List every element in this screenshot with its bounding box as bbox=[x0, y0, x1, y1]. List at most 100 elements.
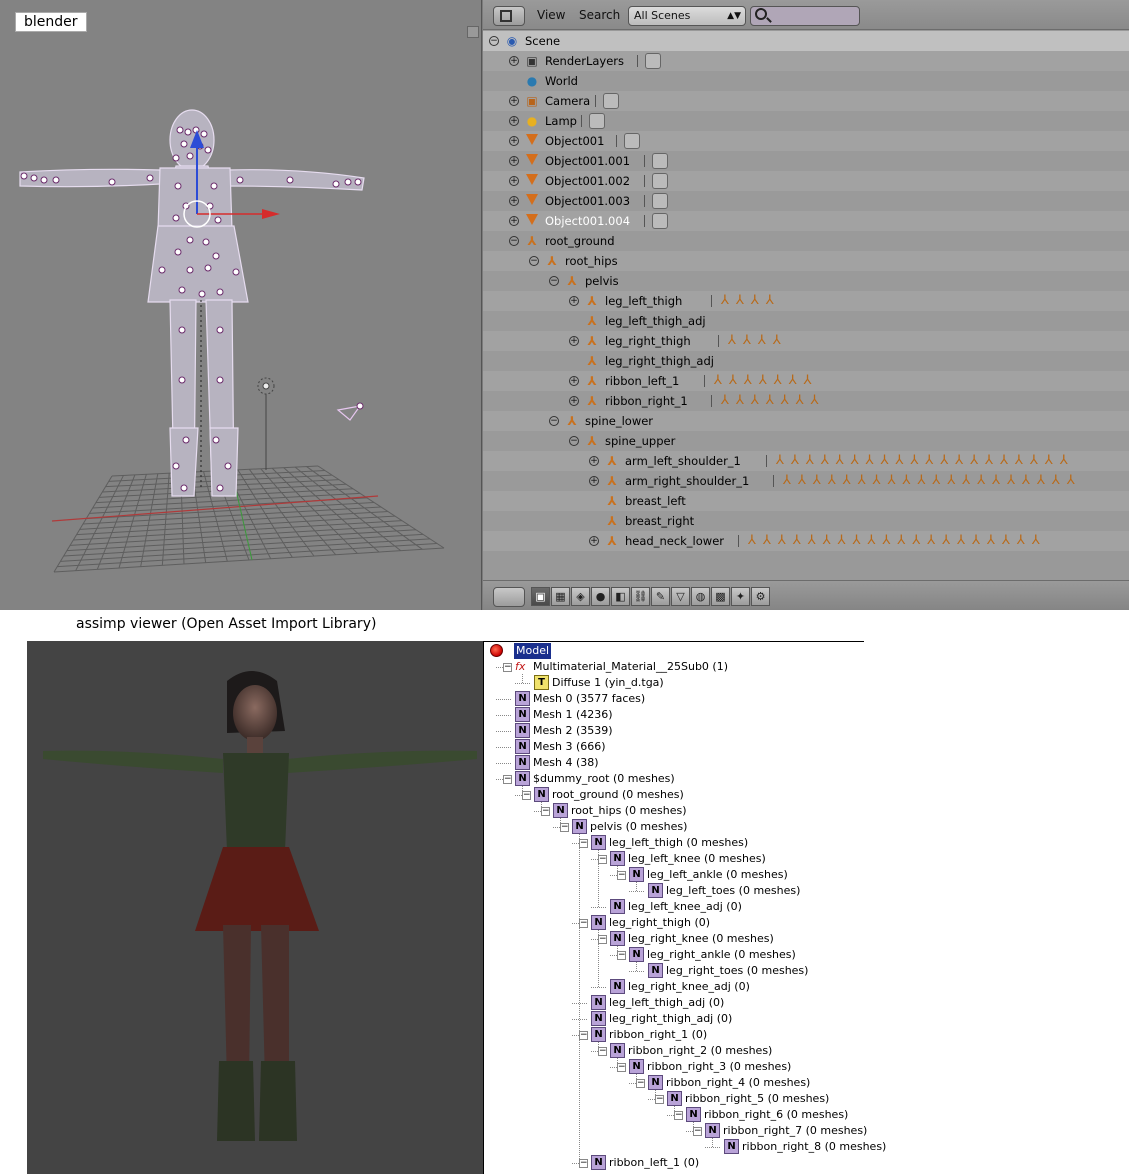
child-bones-icons[interactable]: ⅄⅄⅄⅄⅄⅄⅄⅄⅄⅄⅄⅄⅄⅄⅄⅄⅄⅄⅄⅄ bbox=[776, 453, 1075, 468]
editor-type-button[interactable] bbox=[493, 6, 525, 26]
outliner-row[interactable]: + ⅄ head_neck_lower ⅄⅄⅄⅄⅄⅄⅄⅄⅄⅄⅄⅄⅄⅄⅄⅄⅄⅄⅄⅄ bbox=[483, 531, 1129, 551]
data-block-icon[interactable] bbox=[652, 173, 668, 189]
collapse-toggle-icon[interactable]: − bbox=[522, 791, 531, 800]
outliner-row[interactable]: + ⅄ leg_left_thigh ⅄⅄⅄⅄ bbox=[483, 291, 1129, 311]
outliner-row[interactable]: ⅄ breast_right bbox=[483, 511, 1129, 531]
collapse-toggle-icon[interactable]: − bbox=[598, 855, 607, 864]
tree-node[interactable]: Nribbon_right_8 (0 meshes) bbox=[484, 1139, 886, 1155]
tree-node[interactable]: N Mesh 0 (3577 faces) bbox=[484, 691, 864, 707]
outliner-row[interactable]: − ⅄ root_ground bbox=[483, 231, 1129, 251]
expand-icon[interactable]: + bbox=[509, 176, 519, 186]
tree-node[interactable]: − Nribbon_right_2 (0 meshes) bbox=[484, 1043, 864, 1059]
world-props-icon[interactable]: ● bbox=[591, 587, 610, 606]
outliner-row[interactable]: + Object001.004 bbox=[483, 211, 1129, 231]
data-icon[interactable]: ▽ bbox=[671, 587, 690, 606]
outliner-row[interactable]: + Object001.003 bbox=[483, 191, 1129, 211]
child-bones-icons[interactable]: ⅄⅄⅄⅄ bbox=[721, 293, 781, 308]
outliner-row[interactable]: − ◉ Scene bbox=[483, 31, 1129, 51]
tree-node[interactable]: − Nribbon_right_4 (0 meshes) bbox=[484, 1075, 864, 1091]
tree-node[interactable]: N Mesh 2 (3539) bbox=[484, 723, 864, 739]
data-block-icon[interactable] bbox=[603, 93, 619, 109]
data-block-icon[interactable] bbox=[645, 53, 661, 69]
child-bones-icons[interactable]: ⅄⅄⅄⅄⅄⅄⅄⅄⅄⅄⅄⅄⅄⅄⅄⅄⅄⅄⅄⅄ bbox=[783, 473, 1082, 488]
expand-icon[interactable]: + bbox=[509, 216, 519, 226]
outliner-row[interactable]: ● World bbox=[483, 71, 1129, 91]
expand-icon[interactable]: + bbox=[509, 196, 519, 206]
assimp-3d-viewport[interactable] bbox=[27, 641, 483, 1174]
tree-node[interactable]: N Mesh 4 (38) bbox=[484, 755, 864, 771]
data-block-icon[interactable] bbox=[652, 213, 668, 229]
tree-node[interactable]: N Mesh 1 (4236) bbox=[484, 707, 864, 723]
view-menu[interactable]: View bbox=[537, 8, 565, 22]
expand-icon[interactable]: + bbox=[569, 336, 579, 346]
data-block-icon[interactable] bbox=[589, 113, 605, 129]
collapse-toggle-icon[interactable]: − bbox=[503, 775, 512, 784]
collapse-icon[interactable]: − bbox=[569, 436, 579, 446]
tree-node[interactable]: − Nleg_right_ankle (0 meshes) bbox=[484, 947, 864, 963]
constraints-icon[interactable]: ⛓ bbox=[631, 587, 650, 606]
collapse-toggle-icon[interactable]: − bbox=[598, 1047, 607, 1056]
tree-node[interactable]: Nleg_left_thigh_adj (0) bbox=[484, 995, 864, 1011]
tree-node[interactable]: Nleg_right_knee_adj (0) bbox=[484, 979, 864, 995]
expand-icon[interactable]: + bbox=[509, 56, 519, 66]
collapse-toggle-icon[interactable]: − bbox=[655, 1095, 664, 1104]
render-layers-icon[interactable]: ▦ bbox=[551, 587, 570, 606]
outliner-row[interactable]: − ⅄ pelvis bbox=[483, 271, 1129, 291]
outliner-row[interactable]: ⅄ leg_left_thigh_adj bbox=[483, 311, 1129, 331]
object-icon[interactable]: ◧ bbox=[611, 587, 630, 606]
collapse-toggle-icon[interactable]: − bbox=[503, 663, 512, 672]
collapse-toggle-icon[interactable]: − bbox=[560, 823, 569, 832]
collapse-icon[interactable]: − bbox=[549, 276, 559, 286]
outliner-row[interactable]: − ⅄ spine_upper bbox=[483, 431, 1129, 451]
tree-node[interactable]: − Nroot_ground (0 meshes) bbox=[484, 787, 864, 803]
collapse-toggle-icon[interactable]: − bbox=[617, 1063, 626, 1072]
outliner-row[interactable]: − ⅄ root_hips bbox=[483, 251, 1129, 271]
collapse-toggle-icon[interactable]: − bbox=[579, 919, 588, 928]
collapse-toggle-icon[interactable]: − bbox=[693, 1127, 702, 1136]
material-icon[interactable]: ◍ bbox=[691, 587, 710, 606]
modifiers-icon[interactable]: ✎ bbox=[651, 587, 670, 606]
outliner-row[interactable]: ⅄ leg_right_thigh_adj bbox=[483, 351, 1129, 371]
search-menu[interactable]: Search bbox=[579, 8, 620, 22]
physics-icon[interactable]: ⚙ bbox=[751, 587, 770, 606]
collapse-toggle-icon[interactable]: − bbox=[598, 935, 607, 944]
particles-icon[interactable]: ✦ bbox=[731, 587, 750, 606]
tree-node[interactable]: N Mesh 3 (666) bbox=[484, 739, 864, 755]
tree-node[interactable]: − Nleg_left_thigh (0 meshes) bbox=[484, 835, 864, 851]
collapse-icon[interactable]: − bbox=[509, 236, 519, 246]
data-block-icon[interactable] bbox=[624, 133, 640, 149]
tree-node[interactable]: T Diffuse 1 (yin_d.tga) bbox=[484, 675, 864, 691]
outliner-row[interactable]: + ▣ Camera bbox=[483, 91, 1129, 111]
tree-node[interactable]: Nleg_left_toes (0 meshes) bbox=[484, 883, 864, 899]
collapse-toggle-icon[interactable]: − bbox=[617, 871, 626, 880]
display-mode-select[interactable]: All Scenes ▲▼ bbox=[628, 6, 746, 26]
expand-icon[interactable]: + bbox=[589, 536, 599, 546]
tree-node[interactable]: − Nribbon_right_5 (0 meshes) bbox=[484, 1091, 864, 1107]
blender-3d-viewport[interactable]: blender bbox=[0, 0, 482, 610]
tree-node[interactable]: − Nleg_left_ankle (0 meshes) bbox=[484, 867, 864, 883]
collapse-toggle-icon[interactable]: − bbox=[617, 951, 626, 960]
viewport-corner-widget[interactable] bbox=[467, 26, 479, 38]
data-block-icon[interactable] bbox=[652, 193, 668, 209]
collapse-toggle-icon[interactable]: − bbox=[579, 1031, 588, 1040]
expand-icon[interactable]: + bbox=[509, 96, 519, 106]
child-bones-icons[interactable]: ⅄⅄⅄⅄ bbox=[728, 333, 788, 348]
collapse-icon[interactable]: − bbox=[489, 36, 499, 46]
tree-node[interactable]: − Nleg_right_knee (0 meshes) bbox=[484, 931, 864, 947]
texture-icon[interactable]: ▩ bbox=[711, 587, 730, 606]
data-block-icon[interactable] bbox=[652, 153, 668, 169]
tree-node[interactable]: − Nribbon_right_3 (0 meshes) bbox=[484, 1059, 864, 1075]
tree-node[interactable]: − N $dummy_root (0 meshes) bbox=[484, 771, 864, 787]
collapse-icon[interactable]: − bbox=[549, 416, 559, 426]
outliner-row[interactable]: + ● Lamp bbox=[483, 111, 1129, 131]
expand-icon[interactable]: + bbox=[569, 296, 579, 306]
outliner-row[interactable]: + ⅄ arm_right_shoulder_1 ⅄⅄⅄⅄⅄⅄⅄⅄⅄⅄⅄⅄⅄⅄⅄⅄⅄⅄… bbox=[483, 471, 1129, 491]
outliner-row[interactable]: ⅄ breast_left bbox=[483, 491, 1129, 511]
outliner-search-field[interactable] bbox=[750, 6, 860, 26]
collapse-toggle-icon[interactable]: − bbox=[579, 1159, 588, 1168]
tree-node[interactable]: − Nleg_right_thigh (0) bbox=[484, 915, 864, 931]
outliner-row[interactable]: + ⅄ leg_right_thigh ⅄⅄⅄⅄ bbox=[483, 331, 1129, 351]
child-bones-icons[interactable]: ⅄⅄⅄⅄⅄⅄⅄⅄⅄⅄⅄⅄⅄⅄⅄⅄⅄⅄⅄⅄ bbox=[748, 533, 1047, 548]
outliner-row[interactable]: + ⅄ ribbon_left_1 ⅄⅄⅄⅄⅄⅄⅄ bbox=[483, 371, 1129, 391]
collapse-toggle-icon[interactable]: − bbox=[579, 839, 588, 848]
